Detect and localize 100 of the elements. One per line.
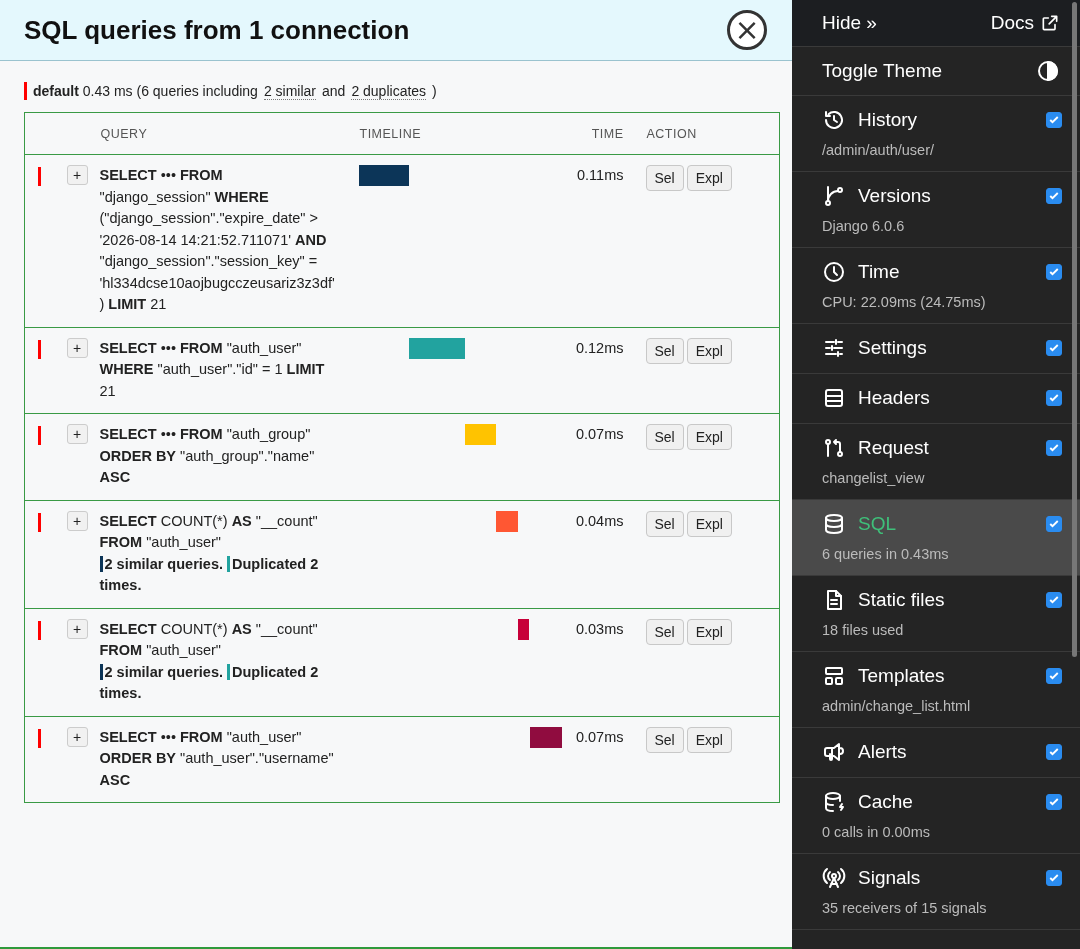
antenna-icon <box>822 866 846 890</box>
check-icon <box>1048 670 1060 682</box>
expand-button[interactable]: + <box>66 165 88 185</box>
expand-button[interactable]: + <box>66 618 88 639</box>
check-icon <box>1048 266 1060 278</box>
panel-checkbox[interactable] <box>1046 340 1062 356</box>
panel-subtitle: 0 calls in 0.00ms <box>822 824 931 840</box>
panel-title: Time <box>858 261 900 283</box>
query-note: 2 similar queries. Duplicated 2 times. <box>99 554 320 595</box>
panel-checkbox[interactable] <box>1046 870 1062 886</box>
panel-title: Versions <box>858 185 931 207</box>
branch-icon <box>822 184 846 208</box>
panel-subtitle: /admin/auth/user/ <box>822 142 936 158</box>
select-button[interactable]: Sel <box>645 726 684 753</box>
panel-title: Request <box>858 437 929 459</box>
table-icon <box>822 386 846 410</box>
check-icon <box>1048 442 1060 454</box>
panel-checkbox[interactable] <box>1046 668 1062 684</box>
panel-checkbox[interactable] <box>1046 390 1062 406</box>
panel-item[interactable]: Cache 0 calls in 0.00ms <box>792 778 1080 854</box>
expand-button[interactable]: + <box>66 726 88 747</box>
panel-title: Settings <box>858 337 927 359</box>
summary-text: and <box>322 83 346 99</box>
connection-marker <box>24 82 27 100</box>
column-header: ACTION <box>645 112 780 155</box>
duplicates-link[interactable]: 2 duplicates <box>351 82 427 100</box>
history-icon <box>822 108 846 132</box>
query-text: SELECT ••• FROM "auth_user" WHERE "auth_user"."id" = 1 LIMIT 21 <box>99 338 326 401</box>
explain-button[interactable]: Expl <box>686 726 732 753</box>
query-text: SELECT ••• FROM "auth_group" ORDER BY "auth_group"."name" ASC <box>99 425 316 487</box>
query-time: 0.11ms <box>568 154 646 327</box>
panel-item[interactable]: SQL 6 queries in 0.43ms <box>792 500 1080 576</box>
expand-button[interactable]: + <box>66 510 88 531</box>
scrollbar[interactable] <box>1072 2 1077 657</box>
panel-checkbox[interactable] <box>1046 744 1062 760</box>
summary-text: default 0.43 ms (6 queries including <box>33 83 258 99</box>
panel-checkbox[interactable] <box>1046 264 1062 280</box>
select-button[interactable]: Sel <box>645 337 684 364</box>
panel-title: Templates <box>858 665 945 687</box>
query-note: 2 similar queries. Duplicated 2 times. <box>99 662 320 703</box>
panel-title: Signals <box>858 867 921 889</box>
check-icon <box>1048 594 1060 606</box>
panel-title: History <box>858 109 918 131</box>
select-button[interactable]: Sel <box>645 618 684 645</box>
hide-link[interactable]: Hide » <box>822 12 877 34</box>
explain-button[interactable]: Expl <box>686 165 732 191</box>
explain-button[interactable]: Expl <box>686 618 732 645</box>
select-button[interactable]: Sel <box>645 424 684 450</box>
panel-checkbox[interactable] <box>1046 516 1062 532</box>
clock-icon <box>822 260 846 284</box>
contrast-icon[interactable] <box>1036 59 1060 83</box>
database-bolt-icon <box>822 790 846 814</box>
panel-item[interactable]: Signals 35 receivers of 15 signals <box>792 854 1080 930</box>
panel-checkbox[interactable] <box>1046 112 1062 128</box>
query-time: 0.04ms <box>568 500 646 608</box>
column-header: QUERY <box>99 112 359 155</box>
check-icon <box>1048 872 1060 884</box>
sliders-icon <box>822 336 846 360</box>
panel-checkbox[interactable] <box>1046 188 1062 204</box>
check-icon <box>1048 342 1060 354</box>
panel-subtitle: admin/change_list.html <box>822 698 972 714</box>
select-button[interactable]: Sel <box>645 510 684 537</box>
check-icon <box>1048 796 1060 808</box>
connection-marker <box>38 339 41 359</box>
docs-link[interactable]: Docs <box>990 12 1060 34</box>
close-button[interactable]: × <box>727 10 767 50</box>
select-button[interactable]: Sel <box>645 165 684 191</box>
expand-button[interactable]: + <box>66 337 88 358</box>
similar-link[interactable]: 2 similar <box>263 82 316 100</box>
panel-title: SQL <box>858 513 897 535</box>
panel-checkbox[interactable] <box>1046 794 1062 810</box>
explain-button[interactable]: Expl <box>686 510 732 537</box>
panel-item[interactable]: Alerts <box>792 728 1080 778</box>
expand-button[interactable]: + <box>66 424 88 444</box>
check-icon <box>1048 114 1060 126</box>
database-icon <box>822 512 846 536</box>
explain-button[interactable]: Expl <box>686 424 732 450</box>
check-icon <box>1048 190 1060 202</box>
query-time: 0.03ms <box>568 608 646 716</box>
panel-item[interactable]: Templates admin/change_list.html <box>792 652 1080 728</box>
external-link-icon <box>1040 13 1060 33</box>
panel-checkbox[interactable] <box>1046 592 1062 608</box>
connection-marker <box>38 167 41 186</box>
panel-title: Headers <box>858 387 930 409</box>
panel-title: Static files <box>858 589 945 611</box>
panel-subtitle: changelist_view <box>822 470 926 486</box>
connection-marker <box>38 426 41 445</box>
explain-button[interactable]: Expl <box>686 337 732 364</box>
panel-subtitle: CPU: 22.09ms (24.75ms) <box>822 294 987 310</box>
check-icon <box>1048 518 1060 530</box>
query-text: SELECT ••• FROM "django_session" WHERE ("django_session"."expire_date" > '2026-08-14 14:21:52.711071' AND "django_session"."session_key" = 'hl334dcse10aojbugcczeusariz3z3df') LIMIT 21 <box>99 166 336 314</box>
connection-marker <box>38 728 41 748</box>
connection-marker <box>38 620 41 640</box>
check-icon <box>1048 746 1060 758</box>
column-header: TIME <box>568 112 646 155</box>
panel-subtitle: 18 files used <box>822 622 905 638</box>
toggle-theme-link[interactable]: Toggle Theme <box>822 60 943 82</box>
panel-checkbox[interactable] <box>1046 440 1062 456</box>
panel-title: SQL queries from 1 connection <box>24 14 410 46</box>
query-text: SELECT ••• FROM "auth_user" ORDER BY "auth_user"."username" ASC <box>99 727 335 790</box>
